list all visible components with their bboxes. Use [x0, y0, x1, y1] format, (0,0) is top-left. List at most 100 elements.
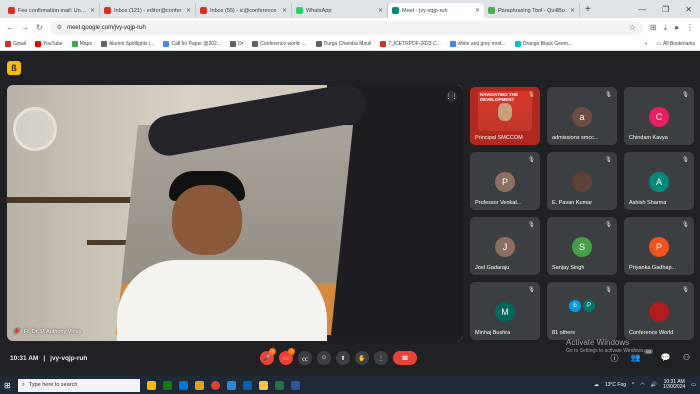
bookmark-item[interactable]: Maps: [71, 40, 92, 47]
mic-toggle-button[interactable]: 🎤!: [260, 348, 276, 365]
app-icon[interactable]: [226, 380, 236, 390]
bookmark-star-icon[interactable]: ☆: [629, 23, 636, 32]
participant-tile[interactable]: b P 🎙︎ 81 others: [547, 282, 617, 340]
bookmark-item[interactable]: white and grey mod...: [449, 40, 506, 47]
chrome-icon[interactable]: [210, 380, 220, 390]
taskbar-search[interactable]: ⌕ Type here to search: [17, 378, 140, 392]
participant-video: [498, 103, 512, 121]
browser-tab[interactable]: Paraphrasing Tool - QuillBo ✕: [484, 3, 580, 18]
participant-tile[interactable]: a 🎙︎ admissions smcc...: [547, 87, 617, 145]
network-icon[interactable]: ◠: [640, 382, 644, 388]
close-icon[interactable]: ✕: [186, 7, 191, 14]
bookmark-item[interactable]: Conference world -...: [252, 40, 307, 47]
close-icon[interactable]: ✕: [378, 7, 383, 14]
tab-favicon-icon: [296, 7, 303, 14]
taskbar-clock[interactable]: 10:31 AM 1/30/2024: [663, 379, 685, 391]
app-icon[interactable]: [194, 380, 204, 390]
more-options-button[interactable]: ⋮: [374, 351, 388, 365]
mic-off-icon: 🎙︎: [528, 92, 535, 98]
browser-tab[interactable]: Inbox (121) - editor@confer ✕: [100, 3, 196, 18]
bookmark-item[interactable]: Durga Chandra Mouli: [315, 40, 371, 47]
bookmark-item[interactable]: Alumni Spotlights |...: [100, 40, 154, 47]
file-explorer-icon[interactable]: [258, 380, 268, 390]
all-bookmarks-button[interactable]: ▭ All Bookmarks: [656, 41, 695, 47]
participant-name: Chindam Kavya: [629, 135, 668, 141]
participant-tile[interactable]: A 🎙︎ Ashish Sharma: [624, 152, 694, 210]
camera-toggle-button[interactable]: ▭!: [279, 348, 295, 365]
download-icon[interactable]: ⤓: [664, 23, 668, 33]
app-icon[interactable]: [178, 380, 188, 390]
main-video-tile[interactable]: ⋮⋮ 📌 Fr. Dr. P. Anthony Vinay: [7, 85, 463, 341]
camera-off-icon: ▭: [283, 355, 289, 362]
task-view-icon[interactable]: [146, 380, 156, 390]
app-icon[interactable]: [162, 380, 172, 390]
leave-call-button[interactable]: ☎: [393, 351, 417, 365]
close-icon[interactable]: ✕: [570, 7, 575, 14]
notifications-icon[interactable]: ▭: [691, 382, 696, 388]
seated-person-head: [172, 185, 242, 255]
participant-tile[interactable]: P 🎙︎ Priyanka Gadhap...: [624, 217, 694, 275]
raise-hand-button[interactable]: ✋: [355, 351, 369, 365]
word-icon[interactable]: [290, 380, 300, 390]
browser-tab[interactable]: WhatsApp ✕: [292, 3, 388, 18]
mail-icon[interactable]: [242, 380, 252, 390]
close-icon[interactable]: ✕: [475, 7, 480, 14]
emoji-icon: ☺: [320, 355, 328, 361]
present-icon: ⬆: [340, 355, 346, 362]
close-window-icon[interactable]: ✕: [685, 5, 692, 14]
tab-favicon-icon: [392, 7, 399, 14]
address-bar[interactable]: ⚙ meet.google.com/jvy-vqjp-ruh ☆: [49, 20, 643, 35]
emoji-button[interactable]: ☺: [317, 351, 331, 365]
bookmark-item[interactable]: Orange Black Geom...: [514, 40, 572, 47]
bookmark-label: Call for Paper @202...: [171, 40, 221, 47]
tab-label: Inbox (55) - ic@conference: [210, 7, 277, 14]
phone-hangup-icon: ☎: [401, 355, 409, 362]
weather-icon[interactable]: ☁: [594, 382, 599, 388]
chat-icon[interactable]: 💬: [661, 353, 671, 364]
volume-icon[interactable]: 🔊: [651, 382, 657, 388]
back-icon[interactable]: ←: [6, 23, 14, 32]
meet-window: ß ⋮⋮ 📌 Fr. Dr. P. Anthony Vinay NAVIGATI…: [0, 51, 700, 370]
mic-off-icon: 🎙︎: [605, 222, 612, 228]
participant-tile[interactable]: 🎙︎ E. Pavan Kumar: [547, 152, 617, 210]
browser-tab[interactable]: Meet - jvy-vqjp-ruh ✕: [388, 3, 484, 18]
participant-tile[interactable]: 🎙︎ Conference World: [624, 282, 694, 340]
bookmark-item[interactable]: Dr: [230, 40, 243, 47]
avatar: M: [495, 302, 515, 322]
participant-tile[interactable]: J 🎙︎ Joel Gadaraju: [470, 217, 540, 275]
bookmark-item[interactable]: Call for Paper @202...: [163, 40, 221, 47]
bookmark-item[interactable]: Gmail: [5, 40, 26, 47]
site-info-icon[interactable]: ⚙: [57, 24, 62, 31]
pin-icon[interactable]: 📌: [13, 329, 20, 335]
present-button[interactable]: ⬆: [336, 351, 350, 365]
browser-tab[interactable]: Inbox (55) - ic@conference ✕: [196, 3, 292, 18]
minimize-icon[interactable]: —: [638, 5, 646, 14]
reload-icon[interactable]: ↻: [36, 23, 43, 32]
extensions-icon[interactable]: ⊞: [650, 23, 657, 32]
bookmark-label: 7_ICETRPDF-2023 C...: [388, 40, 441, 47]
participant-name: Sanjay Singh: [552, 265, 585, 271]
forward-icon[interactable]: →: [21, 23, 29, 32]
hand-icon: ✋: [358, 355, 366, 362]
new-tab-button[interactable]: +: [580, 4, 596, 18]
captions-button[interactable]: ㏄: [298, 351, 312, 365]
excel-icon[interactable]: [274, 380, 284, 390]
profile-icon[interactable]: ●: [674, 23, 679, 32]
main-speaker-name: Fr. Dr. P. Anthony Vinay: [23, 329, 82, 335]
bookmark-item[interactable]: 7_ICETRPDF-2023 C...: [380, 40, 441, 47]
participant-tile[interactable]: NAVIGATING THE DEVELOPMENT 🎙︎ Principal SM…: [470, 87, 540, 145]
close-icon[interactable]: ✕: [90, 7, 95, 14]
tray-chevron-icon[interactable]: ^: [632, 382, 634, 388]
maximize-icon[interactable]: ❐: [662, 5, 669, 14]
bookmarks-overflow-button[interactable]: »: [645, 41, 648, 47]
participant-tile[interactable]: M 🎙︎ Minhaj Bushra: [470, 282, 540, 340]
participant-tile[interactable]: P 🎙︎ Professor Venkat...: [470, 152, 540, 210]
close-icon[interactable]: ✕: [282, 7, 287, 14]
activities-icon[interactable]: ⚇: [683, 353, 690, 364]
bookmark-item[interactable]: YouTube: [35, 40, 63, 47]
windows-start-icon[interactable]: ⊞: [4, 381, 11, 390]
participant-tile[interactable]: S 🎙︎ Sanjay Singh: [547, 217, 617, 275]
participant-tile[interactable]: C 🎙︎ Chindam Kavya: [624, 87, 694, 145]
menu-icon[interactable]: ⋮: [686, 23, 694, 32]
browser-tab[interactable]: Fee confirmation mail: Unive ✕: [4, 3, 100, 18]
